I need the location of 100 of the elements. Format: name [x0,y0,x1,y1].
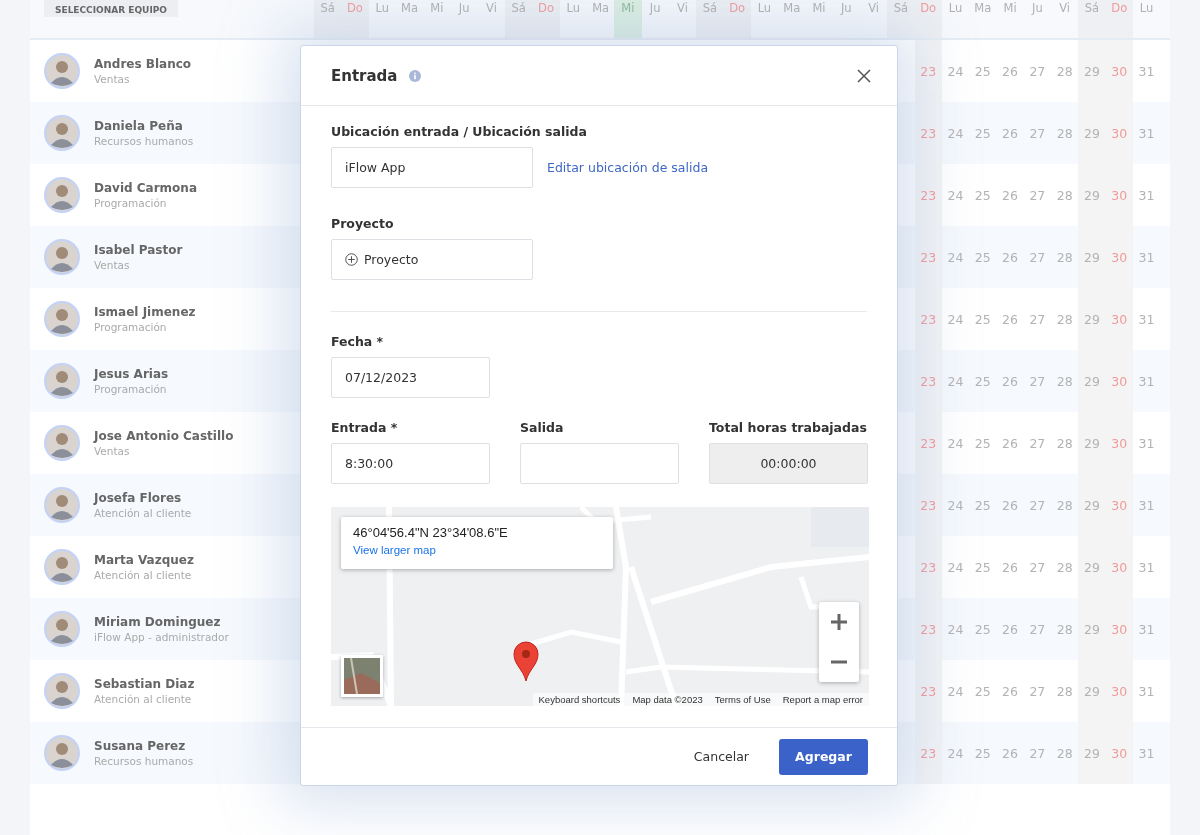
day-number: 24 [947,311,964,327]
cancel-button[interactable]: Cancelar [687,748,755,765]
employee-name: David Carmona [94,181,197,195]
day-number: 26 [1002,249,1018,265]
day-number: 28 [1056,621,1073,637]
day-number: 25 [974,621,991,637]
weekday-header: Ju [457,0,471,17]
day-number: 26 [1002,559,1018,575]
day-number: 31 [1138,63,1155,79]
day-number: 23 [920,249,937,265]
time-field[interactable]: 00:00:00 [709,443,868,484]
day-number: 27 [1029,187,1046,203]
weekday-header: Sá [696,0,724,38]
weekday-header: Vi [867,0,880,17]
employee-name: Daniela Peña [94,119,184,133]
employee-name: Sebastian Diaz [94,677,195,691]
employee-name: Andres Blanco [94,57,192,71]
weekday-header: Ma [782,0,802,17]
day-number: 25 [974,125,991,141]
add-button[interactable]: Agregar [779,738,868,775]
field-label: Fecha * [331,334,385,349]
day-number: 24 [947,559,964,575]
day-number: 26 [1002,311,1018,327]
avatar [44,549,80,585]
employee-department: Recursos humanos [94,755,194,767]
day-number: 24 [947,497,964,513]
day-number: 27 [1029,621,1046,637]
day-number: 27 [1029,373,1046,389]
location-field[interactable]: iFlow App [331,147,533,188]
employee-name: Jose Antonio Castillo [94,429,234,443]
weekday-header: Sá [505,0,533,38]
avatar [44,53,80,89]
weekday-header: Sá [1078,0,1106,38]
day-number: 31 [1138,745,1155,761]
day-number: 28 [1056,559,1073,575]
employee-name: Miriam Dominguez [94,615,222,629]
day-number: 29 [1084,683,1100,699]
map-type-thumbnail[interactable] [341,655,383,697]
map-attribution-link[interactable]: Terms of Use [714,694,771,705]
weekday-header: Vi [1058,0,1072,17]
avatar [44,735,80,771]
day-number: 24 [947,683,964,699]
day-number: 27 [1029,559,1046,575]
day-number: 30 [1111,125,1128,141]
day-number: 24 [947,745,964,761]
map-attribution-link[interactable]: Map data ©2023 [632,694,703,705]
weekday-header: Do [341,0,369,38]
map-pin-icon [513,641,539,681]
map-attribution-link[interactable]: Keyboard shortcuts [538,694,621,705]
day-number: 30 [1111,63,1128,79]
view-larger-map-link[interactable]: View larger map [353,544,601,556]
time-field[interactable] [520,443,679,484]
avatar [44,487,80,523]
day-number: 31 [1138,683,1155,699]
weekday-header: Lu [374,0,390,17]
employee-department: Ventas [94,73,131,85]
day-number: 31 [1138,125,1155,141]
day-number: 30 [1111,249,1128,265]
day-number: 24 [947,435,964,451]
weekday-header: Ma [400,0,420,17]
day-number: 30 [1111,187,1128,203]
day-number: 23 [920,373,937,389]
day-number: 24 [947,249,964,265]
employee-department: Programación [94,383,168,395]
day-number: 30 [1111,311,1128,327]
dialog-title: Entrada [331,66,398,85]
day-number: 31 [1138,311,1155,327]
employee-name: Ismael Jimenez [94,305,196,319]
field-label: Total horas trabajadas [709,420,868,435]
day-number: 31 [1138,559,1155,575]
employee-name: Marta Vazquez [94,553,194,567]
weekday-header: Mi [811,0,827,17]
day-number: 30 [1111,559,1128,575]
edit-exit-location-link[interactable]: Editar ubicación de salida [547,160,709,175]
day-number: 28 [1056,125,1073,141]
select-team-button[interactable]: SELECCIONAR EQUIPO [44,0,178,17]
time-field[interactable]: 8:30:00 [331,443,490,484]
plus-circle-icon [345,253,358,266]
close-icon[interactable] [857,68,871,83]
avatar [44,177,80,213]
day-number: 30 [1111,497,1128,513]
weekday-header: Lu [756,0,773,17]
employee-name: Isabel Pastor [94,243,183,257]
day-number: 25 [974,435,991,451]
weekday-header: Lu [565,0,582,17]
weekday-header: Do [914,0,942,38]
field-label: Salida [520,420,565,435]
day-number: 29 [1084,435,1100,451]
day-number: 29 [1084,125,1100,141]
map-attribution-link[interactable]: Report a map error [782,694,863,705]
weekday-header: Sá [887,0,915,38]
day-number: 26 [1002,745,1018,761]
project-button[interactable]: Proyecto [331,239,533,280]
date-field[interactable]: 07/12/2023 [331,357,490,398]
weekday-header: Mi [1002,0,1018,17]
day-number: 24 [947,621,964,637]
day-number: 28 [1056,249,1073,265]
day-number: 29 [1084,187,1100,203]
field-label: Ubicación entrada / Ubicación salida [331,124,588,139]
day-number: 28 [1056,435,1073,451]
